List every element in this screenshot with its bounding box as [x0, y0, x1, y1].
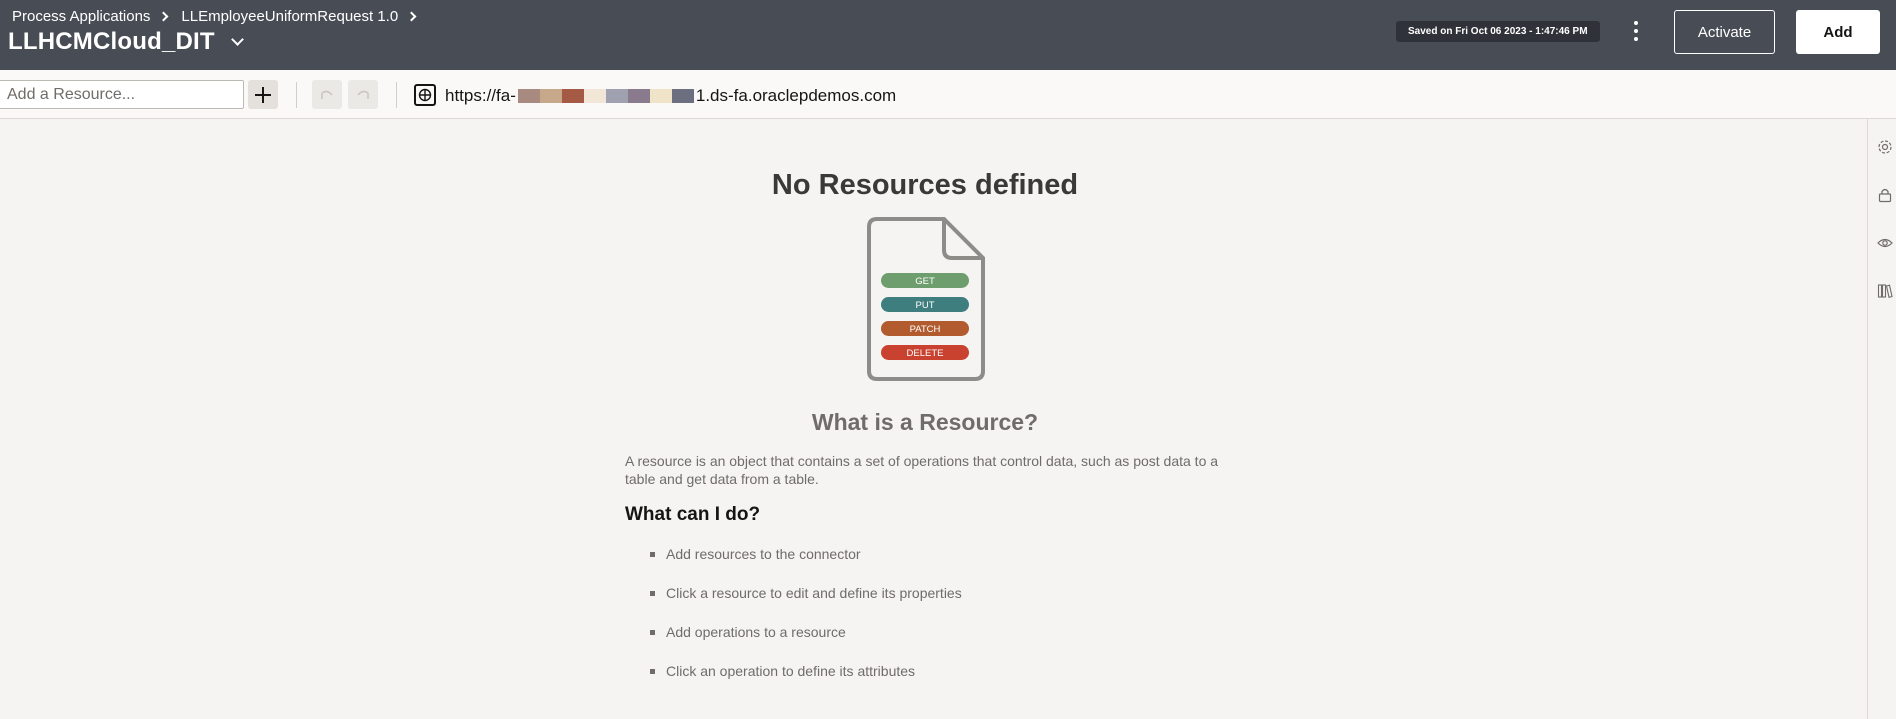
what-is-resource-heading: What is a Resource?	[811, 409, 1039, 435]
list-item: Click a resource to edit and define its …	[650, 585, 962, 624]
add-resource-button[interactable]	[248, 80, 278, 109]
redacted-text	[517, 89, 694, 103]
dot	[1634, 21, 1638, 25]
redo-button[interactable]	[348, 80, 378, 109]
eye-icon[interactable]	[1877, 235, 1893, 251]
right-rail	[1867, 119, 1896, 719]
lock-icon[interactable]	[1877, 187, 1893, 203]
undo-icon	[321, 90, 333, 99]
add-resource-input[interactable]	[0, 80, 244, 109]
chevron-right-icon	[158, 11, 169, 22]
redo-icon	[357, 90, 369, 99]
more-actions-button[interactable]	[1624, 16, 1648, 46]
list-item: Add resources to the connector	[650, 546, 962, 585]
method-label: GET	[915, 276, 935, 287]
breadcrumb: Process Applications LLEmployeeUniformRe…	[12, 8, 429, 25]
resources-panel: No Resources defined GET PUT PATCH DELETE W…	[0, 119, 1867, 719]
breadcrumb-application[interactable]: LLEmployeeUniformRequest 1.0	[181, 8, 398, 25]
resource-document-illustration: GET PUT PATCH DELETE	[867, 217, 985, 381]
list-item: Click an operation to define its attribu…	[650, 663, 962, 702]
chevron-down-icon	[230, 32, 244, 46]
undo-button[interactable]	[312, 80, 342, 109]
library-icon[interactable]	[1877, 283, 1893, 299]
method-label: PATCH	[910, 324, 941, 335]
empty-state-title: No Resources defined	[771, 169, 1079, 201]
toolbar-divider	[396, 82, 397, 108]
method-label: PUT	[916, 300, 935, 311]
url-prefix: https://fa-	[445, 86, 516, 105]
app-header: Process Applications LLEmployeeUniformRe…	[0, 0, 1896, 70]
saved-status-badge: Saved on Fri Oct 06 2023 - 1:47:46 PM	[1396, 21, 1600, 42]
activate-button[interactable]: Activate	[1674, 10, 1775, 54]
add-button[interactable]: Add	[1796, 10, 1880, 54]
dot	[1634, 37, 1638, 41]
dot	[1634, 29, 1638, 33]
what-can-i-do-heading: What can I do?	[625, 504, 761, 525]
base-url: https://fa- 1.ds-fa.oraclepdemos.com	[445, 86, 896, 106]
globe-icon	[414, 84, 436, 106]
url-suffix: 1.ds-fa.oraclepdemos.com	[695, 86, 897, 105]
tips-list: Add resources to the connector Click a r…	[650, 546, 962, 702]
toolbar: https://fa- 1.ds-fa.oraclepdemos.com	[0, 70, 1896, 119]
list-item: Add operations to a resource	[650, 624, 962, 663]
plus-icon	[255, 86, 271, 103]
method-label: DELETE	[907, 348, 944, 359]
settings-icon[interactable]	[1877, 139, 1893, 155]
toolbar-divider	[296, 82, 297, 108]
connector-title[interactable]: LLHCMCloud_DIT	[8, 28, 244, 56]
chevron-right-icon	[406, 11, 417, 22]
breadcrumb-process-applications[interactable]: Process Applications	[12, 8, 150, 25]
resource-description: A resource is an object that contains a …	[625, 453, 1219, 487]
page-title: LLHCMCloud_DIT	[8, 28, 215, 55]
